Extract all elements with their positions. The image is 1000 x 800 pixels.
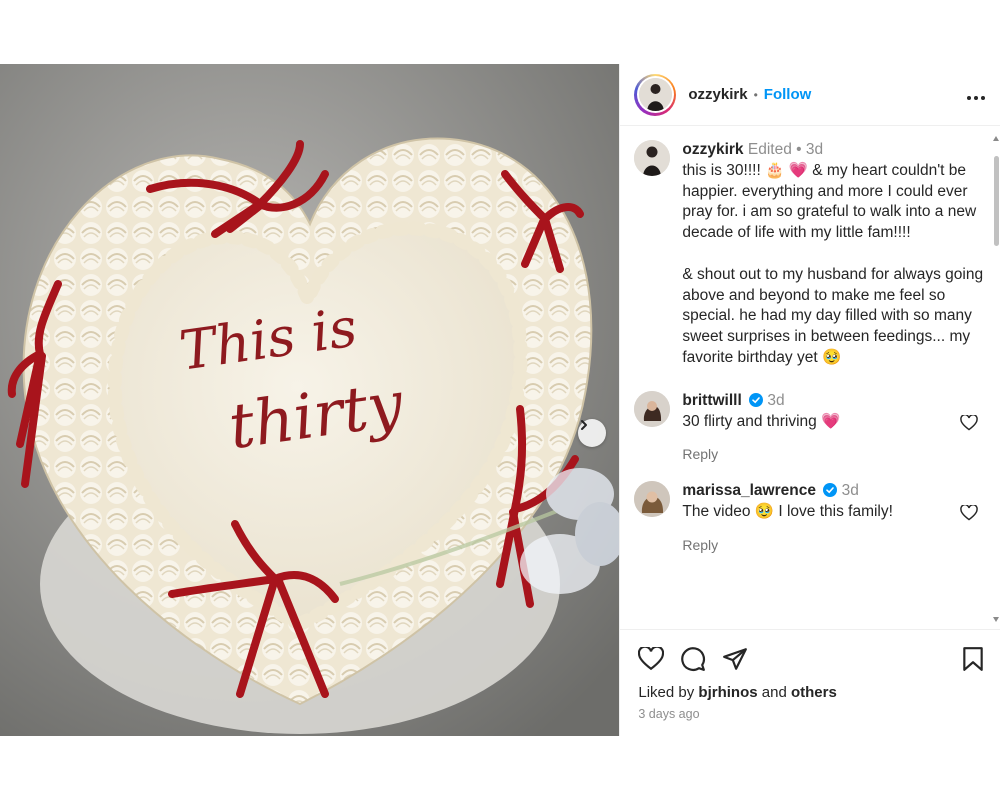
comment-time[interactable]: 3d: [767, 392, 784, 409]
caption-edited: Edited: [747, 141, 792, 158]
comment-text: 30 flirty and thriving 💗: [682, 412, 841, 430]
author-avatar: [638, 78, 672, 111]
author-username[interactable]: ozzykirk: [688, 86, 747, 103]
more-horizontal-icon[interactable]: [966, 85, 986, 105]
post-media[interactable]: This is thirty: [0, 64, 620, 736]
post-timestamp[interactable]: 3 days ago: [638, 707, 984, 721]
verified-badge-icon: [823, 483, 838, 498]
comment-username[interactable]: brittwilll: [682, 392, 741, 409]
post-actions: Liked by bjrhinos and others 3 days ago: [620, 629, 1000, 736]
verified-badge-icon: [749, 392, 764, 407]
caption: ozzykirk Edited • 3d this is 30!!!! 🎂 💗 …: [634, 140, 986, 369]
caption-time[interactable]: 3d: [806, 141, 823, 158]
comment-username[interactable]: marissa_lawrence: [682, 482, 816, 499]
comment-heart-icon[interactable]: [960, 505, 978, 521]
post-header: ozzykirk • Follow: [620, 64, 1000, 126]
caption-separator: •: [796, 141, 802, 158]
comments-section[interactable]: ozzykirk Edited • 3d this is 30!!!! 🎂 💗 …: [620, 126, 1000, 626]
liked-by-prefix: Liked by: [638, 684, 695, 701]
caption-avatar[interactable]: [634, 140, 671, 176]
comment-time[interactable]: 3d: [842, 482, 859, 499]
comment-text: The video 🥹 I love this family!: [682, 502, 893, 520]
cake-photo: This is thirty: [0, 64, 620, 736]
instagram-post: This is thirty ozzykirk • Follow ozzykir…: [0, 64, 1000, 736]
header-separator: •: [753, 87, 758, 102]
action-bar: [638, 644, 984, 674]
comment-heart-icon[interactable]: [960, 414, 978, 431]
scroll-down-arrow-icon[interactable]: [993, 617, 999, 622]
author-story-ring[interactable]: [634, 73, 677, 116]
post-side-panel: ozzykirk • Follow ozzykirk Edited • 3d t…: [619, 64, 1000, 736]
share-icon[interactable]: [722, 646, 748, 672]
comment-item: brittwilll 3d 30 flirty and thriving 💗 R…: [634, 390, 986, 465]
follow-button[interactable]: Follow: [764, 86, 812, 103]
caption-username[interactable]: ozzykirk: [682, 141, 743, 158]
scroll-up-arrow-icon[interactable]: [993, 136, 999, 141]
liked-by-user[interactable]: bjrhinos: [698, 684, 757, 701]
caption-text: this is 30!!!! 🎂 💗 & my heart couldn't b…: [682, 161, 984, 366]
liked-by-and: and: [761, 684, 787, 701]
bookmark-icon[interactable]: [962, 646, 984, 672]
comment-icon[interactable]: [680, 646, 706, 672]
reply-button[interactable]: Reply: [682, 444, 950, 465]
liked-by-others[interactable]: others: [791, 684, 837, 701]
next-slide-button[interactable]: [578, 419, 606, 447]
comment-item: marissa_lawrence 3d The video 🥹 I love t…: [634, 481, 986, 555]
chevron-right-icon: [581, 420, 587, 430]
comments-scrollbar[interactable]: [992, 134, 1000, 624]
liked-by: Liked by bjrhinos and others: [638, 684, 984, 701]
reply-button[interactable]: Reply: [682, 535, 950, 556]
commenter-avatar[interactable]: [634, 481, 671, 518]
commenter-avatar[interactable]: [634, 390, 671, 427]
heart-icon[interactable]: [638, 647, 665, 671]
scrollbar-thumb[interactable]: [994, 156, 999, 246]
